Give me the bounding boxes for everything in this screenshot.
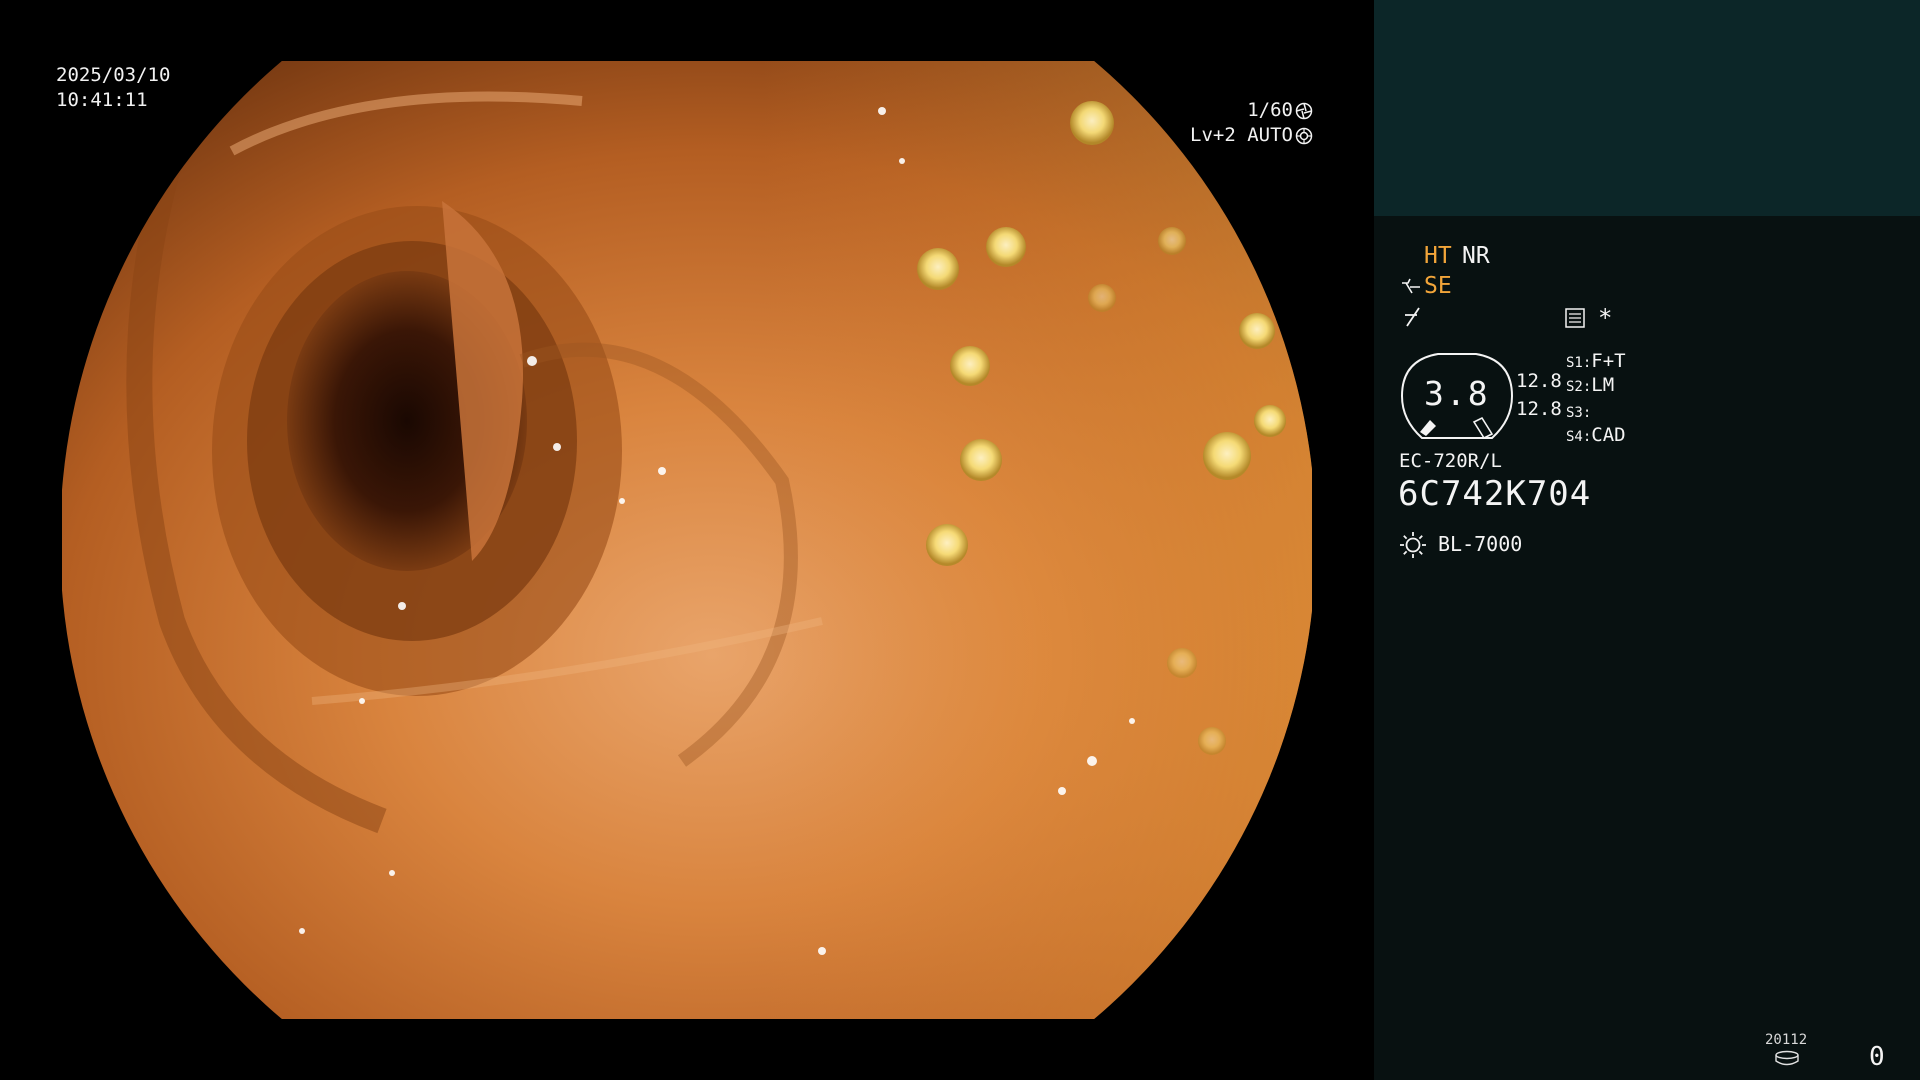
slot-4-value: CAD	[1591, 424, 1626, 446]
endoscope-view	[62, 61, 1312, 1019]
endoscope-image	[62, 61, 1312, 1019]
gauge-reading-2: 12.8	[1516, 398, 1562, 420]
light-source-icon	[1400, 532, 1426, 558]
info-panel	[1374, 216, 1920, 1080]
gauge-reading-1: 12.8	[1516, 370, 1562, 392]
light-source-model: BL-7000	[1438, 532, 1523, 556]
slot-3-label: S3:	[1566, 405, 1592, 421]
counter-value: 0	[1869, 1042, 1885, 1072]
slot-2-value: LM	[1591, 374, 1615, 396]
iris-text: Lv+2 AUTO	[1190, 124, 1293, 146]
asterisk-indicator: *	[1598, 304, 1613, 332]
datetime-display: 2025/03/10 10:41:11	[56, 63, 170, 113]
exposure-display: 1/60 Lv+2 AUTO	[1190, 98, 1313, 148]
gauge-value: 3.8	[1424, 374, 1490, 413]
slot-1: S1:F+T	[1566, 350, 1626, 372]
slot-3: S3:	[1566, 400, 1591, 422]
scope-serial: 6C742K704	[1398, 474, 1592, 514]
slot-1-label: S1:	[1566, 355, 1592, 371]
shutter-row: 1/60	[1190, 98, 1313, 123]
slot-4-label: S4:	[1566, 429, 1592, 445]
enhancement-icon	[1402, 278, 1420, 294]
freeze-icon	[1405, 307, 1420, 327]
iris-icon	[1295, 127, 1313, 144]
time-text: 10:41:11	[56, 89, 148, 111]
shutter-icon	[1295, 102, 1313, 119]
slot-2-label: S2:	[1566, 379, 1592, 395]
endoscopy-screen: 2025/03/10 10:41:11 1/60 Lv+2 AUTO HT NR…	[0, 0, 1920, 1080]
scope-model: EC-720R/L	[1399, 450, 1502, 472]
mode-se: SE	[1424, 273, 1452, 299]
mode-ht: HT	[1424, 243, 1452, 269]
mode-nr: NR	[1462, 243, 1490, 269]
counter-label: 20112	[1765, 1032, 1808, 1048]
slot-4: S4:CAD	[1566, 424, 1626, 446]
menu-icon	[1565, 308, 1585, 328]
date-text: 2025/03/10	[56, 64, 171, 86]
slot-2: S2:LM	[1566, 374, 1614, 396]
info-panel-header	[1374, 0, 1920, 216]
iris-row: Lv+2 AUTO	[1190, 123, 1313, 148]
shutter-text: 1/60	[1247, 99, 1293, 121]
slot-1-value: F+T	[1591, 350, 1626, 372]
disk-icon	[1775, 1050, 1799, 1066]
